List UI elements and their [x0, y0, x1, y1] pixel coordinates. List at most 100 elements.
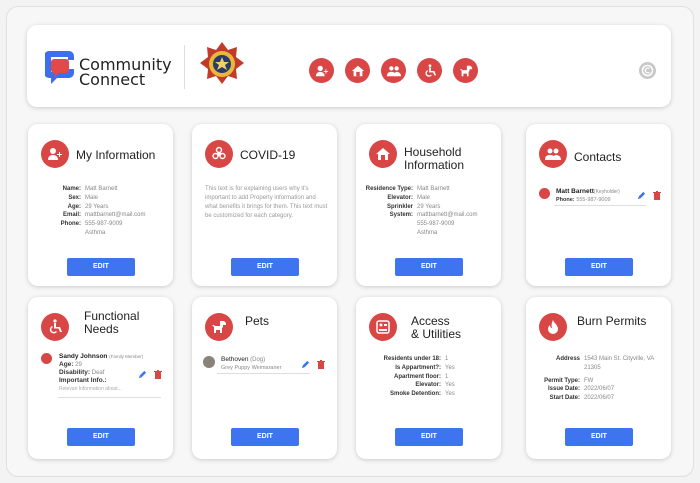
- people-icon: [539, 140, 567, 168]
- field-row: Smoke Detention: Yes: [361, 390, 455, 399]
- pet-breed: Grey Puppy Weimaraner: [221, 365, 282, 371]
- field-value: 1: [445, 373, 449, 380]
- dog-icon: [205, 313, 233, 341]
- field-row: Is Appartment?: Yes: [361, 364, 455, 373]
- field-value: Matt Barnett: [417, 186, 450, 192]
- card-title-line-2: Needs: [84, 322, 119, 336]
- field-row: Asthma: [46, 229, 145, 238]
- wheelchair-icon[interactable]: [417, 58, 442, 83]
- age-value: 29: [75, 362, 82, 368]
- field-row: Email: mattbarnett@mail.com: [46, 211, 145, 220]
- field-label: Age:: [67, 203, 81, 210]
- field-row: System: mattbarnett@mail.com: [362, 211, 478, 220]
- field-value: 555-987-9009: [417, 221, 455, 228]
- important-info-label: Important Info.:: [59, 377, 107, 384]
- field-value: Yes: [445, 391, 455, 398]
- field-row: Age: 29 Years: [46, 203, 145, 212]
- field-row: Sex: Male: [46, 194, 145, 203]
- contact-phone: 555-987-9009: [576, 197, 611, 203]
- edit-button[interactable]: EDIT: [231, 428, 299, 446]
- edit-pencil-icon[interactable]: [637, 191, 646, 200]
- card-title: Household Information: [404, 146, 464, 172]
- field-row: Issue Date: 2022/06/07: [531, 385, 664, 394]
- disability-value: Deaf: [91, 370, 105, 376]
- address-row: Address 1543 Main St. Cityville, VA 21305: [531, 355, 664, 373]
- member-avatar-icon: [41, 353, 52, 364]
- card-access-utilities: Access & Utilities Residents under 18: 1 …: [356, 297, 501, 459]
- edit-button[interactable]: EDIT: [395, 258, 463, 276]
- household-fields: Residence Type: Matt Barnett Elevator: Mal…: [362, 185, 478, 238]
- field-row: Elevator: Male: [362, 194, 477, 203]
- field-label: Residents under 18:: [383, 356, 441, 362]
- field-row: Elevator: Yes: [361, 381, 455, 390]
- field-value: Male: [85, 194, 99, 201]
- people-icon[interactable]: [381, 58, 406, 83]
- field-value: Yes: [445, 382, 455, 389]
- contact-name: Matt Barnett: [556, 188, 594, 195]
- delete-trash-icon[interactable]: [317, 360, 325, 369]
- biohazard-icon: [205, 140, 233, 168]
- field-label: System:: [389, 212, 413, 219]
- edit-button[interactable]: EDIT: [67, 258, 135, 276]
- card-functional-needs: Functional Needs Sandy Johnson (Family M…: [28, 297, 173, 459]
- field-value: 2022/06/07: [584, 386, 615, 393]
- pet-entry[interactable]: Bethoven (Dog) Grey Puppy Weimaraner: [203, 356, 281, 372]
- contact-phone-label: Phone:: [556, 197, 575, 203]
- card-title: COVID-19: [240, 148, 296, 162]
- field-label: Apartment floor:: [394, 373, 441, 380]
- field-label: [362, 229, 417, 238]
- wheelchair-icon: [41, 313, 69, 341]
- field-value: 1543 Main St. Cityville, VA 21305: [584, 356, 654, 371]
- contact-tag: (Keyholder): [593, 189, 620, 195]
- access-fields: Residents under 18: 1 Is Appartment?: Yes …: [361, 355, 455, 399]
- community-connect-logo: [45, 51, 74, 84]
- edit-pencil-icon[interactable]: [301, 360, 310, 369]
- field-value: mattbarnett@mail.com: [85, 212, 146, 219]
- delete-trash-icon[interactable]: [653, 191, 661, 200]
- field-row: Phone: 555-987-9009: [46, 220, 145, 229]
- card-contacts: Contacts Matt Barnett(Keyholder) Phone: …: [526, 124, 671, 286]
- field-label: Issue Date:: [547, 386, 580, 393]
- field-label: Elevator:: [415, 382, 441, 389]
- fire-department-badge: [200, 42, 244, 84]
- copyright-icon[interactable]: [639, 62, 656, 79]
- edit-button[interactable]: EDIT: [565, 258, 633, 276]
- field-value: mattbarnett@mail.com: [417, 212, 478, 219]
- house-icon[interactable]: [345, 58, 370, 83]
- card-burn-permits: Burn Permits Address 1543 Main St. Cityvi…: [526, 297, 671, 459]
- covid-description: This text is for explaining users why it…: [205, 186, 328, 219]
- member-entry[interactable]: Sandy Johnson (Family Member) Age: 29 Di…: [41, 353, 143, 393]
- pet-photo: [203, 356, 215, 368]
- contact-avatar-icon: [539, 188, 550, 199]
- field-label: Email:: [62, 212, 81, 219]
- contact-details: Matt Barnett(Keyholder) Phone: 555-987-9…: [556, 188, 620, 204]
- field-value: Asthma: [85, 229, 106, 236]
- field-row: Name: Matt Barnett: [46, 185, 145, 194]
- contact-entry[interactable]: Matt Barnett(Keyholder) Phone: 555-987-9…: [539, 188, 620, 204]
- field-label: Name:: [62, 186, 81, 192]
- field-row: Residence Type: Matt Barnett: [362, 185, 477, 194]
- info-fields: Name: Matt Barnett Sex: Male Age: 29 Years …: [46, 185, 146, 238]
- delete-trash-icon[interactable]: [154, 370, 162, 379]
- field-row: Asthma: [362, 229, 477, 238]
- card-my-information: My Information Name: Matt Barnett Sex: Mal…: [28, 124, 173, 286]
- field-value: Asthma: [417, 229, 438, 236]
- card-title: My Information: [76, 148, 156, 162]
- house-icon: [369, 140, 397, 168]
- user-plus-icon[interactable]: [309, 58, 334, 83]
- field-value: 29 Years: [417, 203, 441, 210]
- card-title-line-2: & Utilities: [411, 327, 462, 341]
- edit-button[interactable]: EDIT: [565, 428, 633, 446]
- edit-button[interactable]: EDIT: [67, 428, 135, 446]
- edit-button[interactable]: EDIT: [231, 258, 299, 276]
- edit-button[interactable]: EDIT: [395, 428, 463, 446]
- member-tag: (Family Member): [109, 354, 144, 359]
- dog-icon[interactable]: [453, 58, 478, 83]
- field-value: Male: [417, 194, 431, 201]
- utilities-icon: [369, 313, 397, 341]
- field-label: Start Date:: [549, 395, 580, 402]
- age-label: Age:: [59, 361, 74, 368]
- field-value: 555-987-9009: [85, 221, 123, 228]
- brand-line-2: Connect: [79, 70, 146, 89]
- edit-pencil-icon[interactable]: [138, 370, 147, 379]
